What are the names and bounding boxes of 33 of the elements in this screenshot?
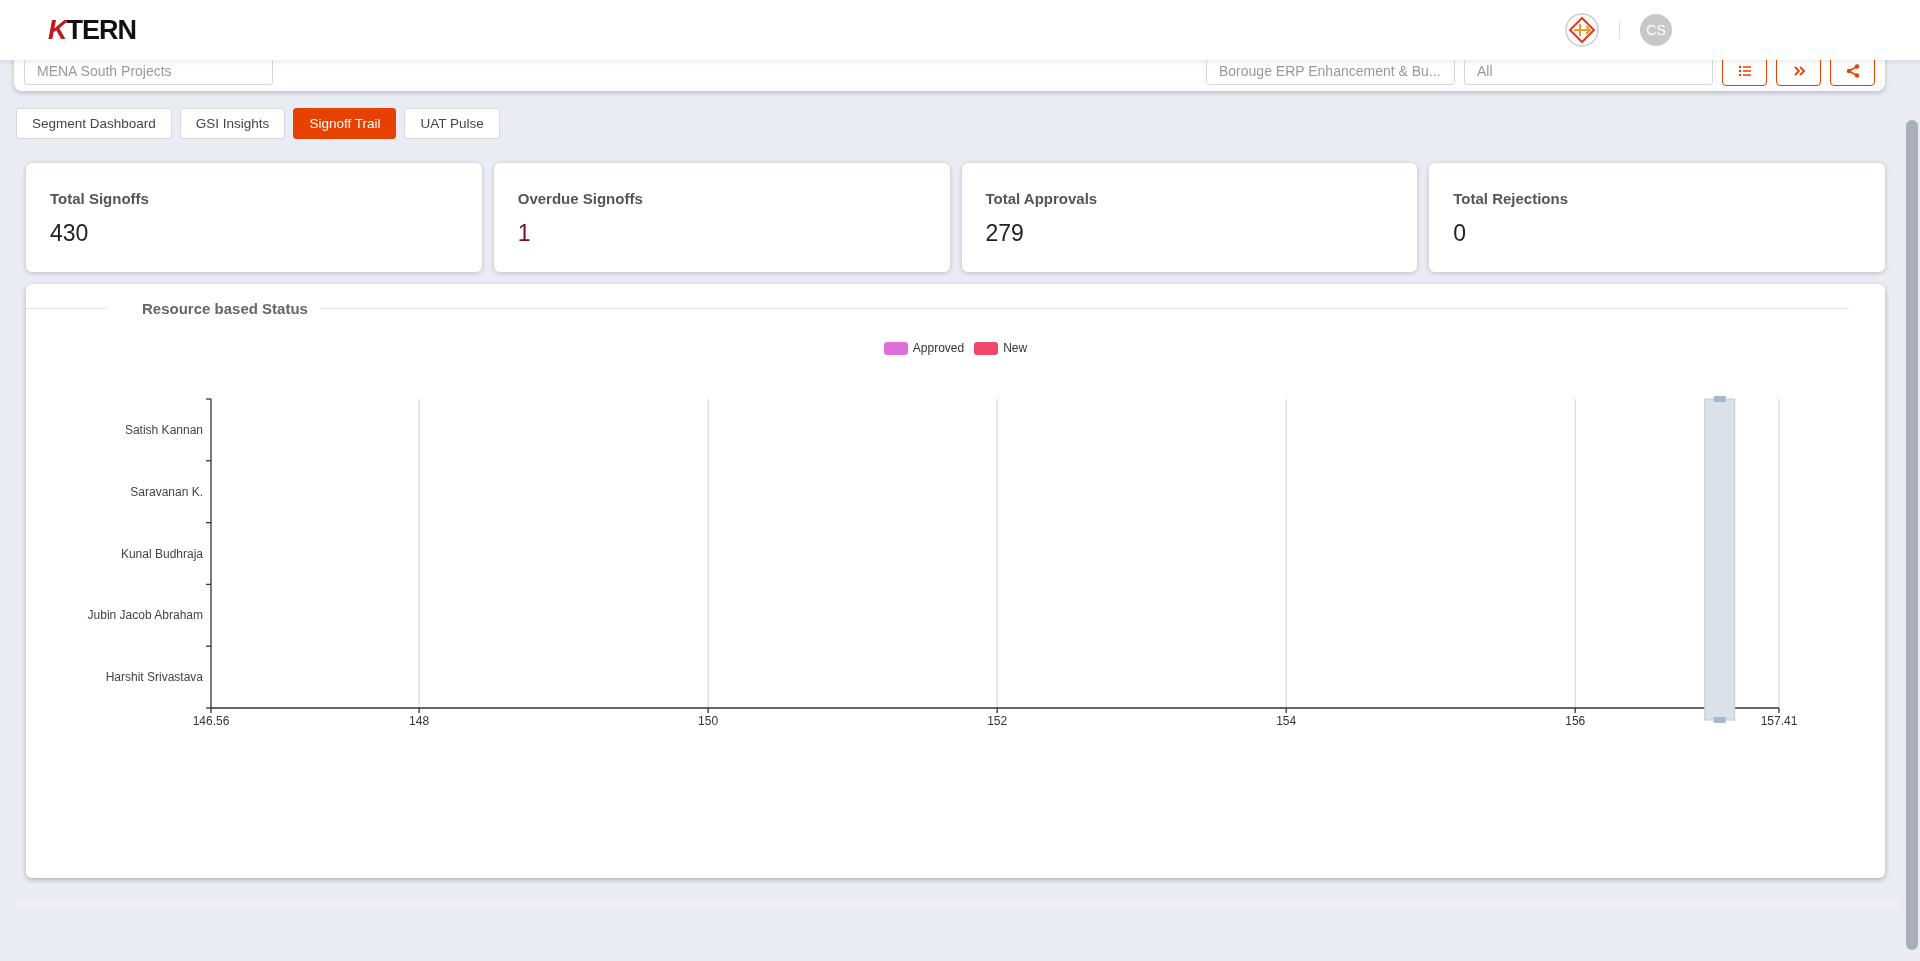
axis-label: Kunal Budhraja — [120, 546, 203, 561]
axis-label: Jubin Jacob Abraham — [87, 608, 203, 623]
axis-label: Saravanan K. — [130, 484, 203, 499]
stat-label: Total Signoffs — [50, 190, 149, 207]
axis-label: Harshit Srivastava — [105, 670, 203, 685]
axis-label: 157.41 — [1760, 714, 1798, 728]
stat-label: Total Rejections — [1453, 190, 1568, 207]
axis-label: 146.56 — [192, 714, 230, 728]
legend-label[interactable]: Approved — [912, 341, 965, 355]
axis-label: 148 — [409, 714, 430, 728]
panel-title: Resource based Status — [141, 300, 309, 317]
tab[interactable]: Signoff Trail — [293, 108, 397, 139]
scrollbar[interactable] — [1906, 120, 1918, 950]
axis-label: 150 — [698, 714, 719, 728]
stat-value: 279 — [985, 220, 1024, 247]
zoom-slider[interactable] — [1704, 396, 1736, 723]
tab[interactable]: GSI Insights — [179, 108, 286, 139]
axis-label: 156 — [1565, 714, 1586, 728]
axis-label: 154 — [1276, 714, 1297, 728]
stat-value: 1 — [517, 220, 531, 247]
logo: KTERN — [48, 14, 136, 46]
stat-value: 0 — [1453, 220, 1467, 247]
legend-swatch[interactable] — [883, 341, 908, 355]
diamond-arrows-icon[interactable] — [1565, 13, 1599, 47]
axis-label: Satish Kannan — [124, 422, 203, 437]
axis-label: 152 — [987, 714, 1008, 728]
stat-value: 430 — [50, 220, 89, 247]
tab[interactable]: Segment Dashboard — [16, 108, 172, 139]
legend-label[interactable]: New — [1003, 341, 1028, 355]
legend-swatch[interactable] — [974, 341, 999, 355]
tab[interactable]: UAT Pulse — [404, 108, 500, 139]
stat-label: Total Approvals — [985, 190, 1098, 207]
stat-label: Overdue Signoffs — [517, 190, 643, 207]
